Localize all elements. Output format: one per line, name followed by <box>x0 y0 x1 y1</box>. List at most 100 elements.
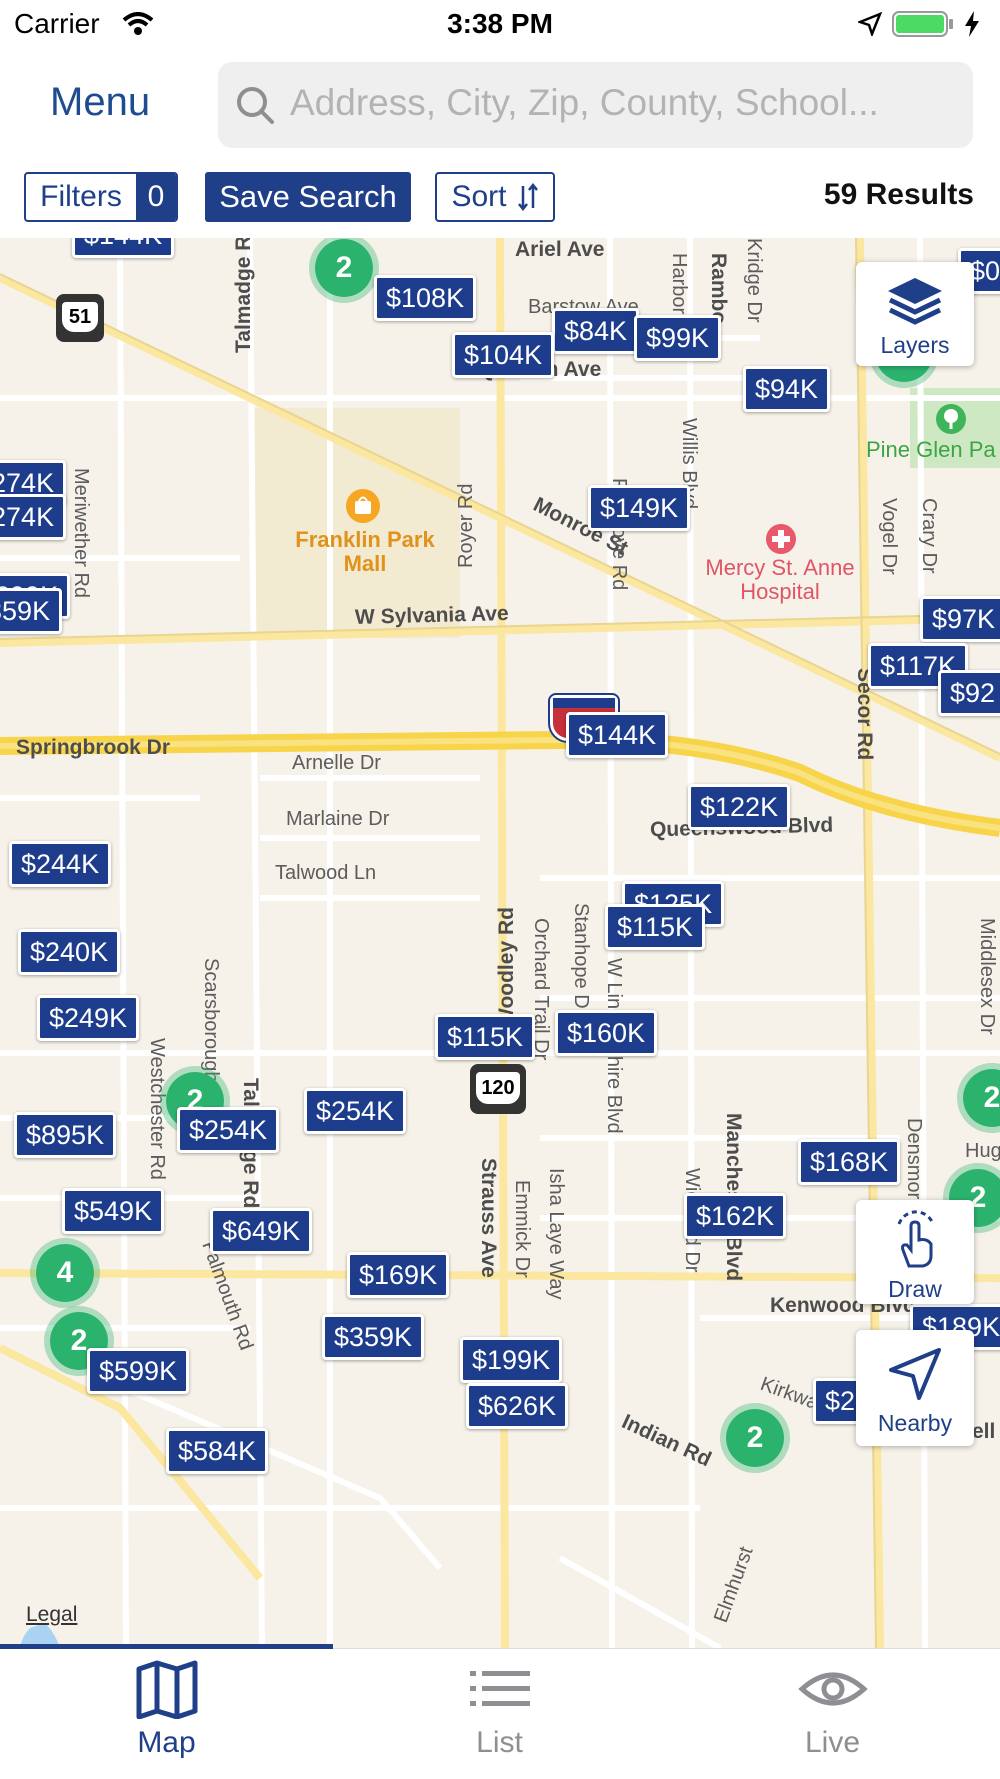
clock: 3:38 PM <box>447 8 553 39</box>
street-label: Crary Dr <box>918 498 940 574</box>
tab-live-label: Live <box>804 1726 861 1759</box>
list-icon <box>469 1671 530 1706</box>
nearby-button[interactable]: Nearby <box>856 1330 974 1446</box>
draw-hand-icon <box>897 1210 935 1268</box>
layers-button[interactable]: Layers <box>856 262 974 366</box>
price-marker[interactable]: $244K <box>9 841 112 887</box>
street-label: Marlaine Dr <box>286 808 390 830</box>
street-label: Stanhope Dr <box>570 903 592 1016</box>
hospital-icon <box>766 524 796 554</box>
layers-label: Layers <box>880 332 950 358</box>
tab-list-label: List <box>476 1726 523 1759</box>
price-marker[interactable]: $104K <box>452 332 555 378</box>
map-view[interactable]: Ariel Ave Talmadge Rd Barstow Ave Quinto… <box>0 238 1000 1648</box>
price-marker[interactable]: $626K <box>466 1383 569 1429</box>
price-marker[interactable]: $122K <box>688 784 791 830</box>
price-marker[interactable]: $359K <box>322 1314 425 1360</box>
search-header: Menu Address, City, Zip, County, School.… <box>0 50 1000 240</box>
street-label: Springbrook Dr <box>16 736 171 759</box>
price-marker[interactable]: $99K <box>634 315 722 361</box>
street-label: Densmore <box>903 1118 925 1211</box>
street-label: W Sylvania Ave <box>354 601 509 630</box>
filters-count-badge: 0 <box>136 174 176 220</box>
map-icon <box>136 1660 197 1720</box>
street-label: Emmick Dr <box>511 1180 533 1278</box>
tab-map-label: Map <box>137 1726 196 1759</box>
price-marker[interactable]: $549K <box>62 1188 165 1234</box>
price-marker[interactable]: $160K <box>555 1010 658 1056</box>
sort-label: Sort <box>451 180 507 213</box>
price-marker[interactable]: $162K <box>684 1193 787 1239</box>
layers-icon <box>888 278 942 325</box>
price-marker[interactable]: $169K <box>347 1252 450 1298</box>
price-marker[interactable]: $199K <box>460 1337 563 1383</box>
draw-button[interactable]: Draw <box>856 1200 974 1304</box>
price-marker[interactable]: $895K <box>14 1112 117 1158</box>
street-label: Royer Rd <box>455 483 477 568</box>
street-label: Woodley Rd <box>495 907 518 1028</box>
sort-arrows-icon <box>517 182 538 212</box>
search-icon <box>237 87 274 124</box>
park-tree-icon <box>936 404 966 434</box>
street-label: Isha Laye Way <box>545 1168 567 1300</box>
results-count: 59 Results <box>823 178 974 211</box>
cluster-marker[interactable]: 2 <box>720 1403 790 1473</box>
price-marker[interactable]: $599K <box>87 1348 190 1394</box>
route-shield-icon: 120 <box>470 1064 526 1114</box>
price-marker[interactable]: $94K <box>743 366 831 412</box>
street-label: Ariel Ave <box>515 238 605 261</box>
navigation-arrow-icon <box>889 1348 941 1400</box>
menu-button[interactable]: Menu <box>50 80 150 125</box>
price-marker[interactable]: $115K <box>605 904 706 950</box>
poi-park: Pine Glen Pa <box>866 437 996 462</box>
price-marker[interactable]: $97K <box>920 596 1000 642</box>
price-marker[interactable]: $168K <box>798 1139 901 1185</box>
tab-live[interactable]: Live <box>666 1659 999 1760</box>
search-input[interactable]: Address, City, Zip, County, School... <box>218 62 973 148</box>
street-label: Meriwether Rd <box>70 468 92 599</box>
price-marker[interactable]: $144K <box>566 712 669 758</box>
street-label: Rambo <box>707 253 730 325</box>
legal-link[interactable]: Legal <box>26 1603 77 1627</box>
charging-bolt-icon <box>965 11 979 37</box>
price-marker[interactable]: $584K <box>166 1428 269 1474</box>
price-marker[interactable]: $240K <box>18 929 121 975</box>
tab-map[interactable]: Map <box>0 1659 333 1760</box>
tab-bar: Map List Live <box>0 1644 1000 1779</box>
location-arrow-icon <box>858 12 882 36</box>
shopping-bag-icon <box>346 489 380 523</box>
battery-icon <box>892 11 953 37</box>
street-label: Talmadge Rd <box>232 238 255 353</box>
price-marker[interactable]: $254K <box>304 1088 407 1134</box>
draw-label: Draw <box>888 1276 942 1302</box>
price-marker[interactable]: $108K <box>374 275 477 321</box>
save-search-button[interactable]: Save Search <box>205 172 411 222</box>
sort-button[interactable]: Sort <box>435 172 555 222</box>
price-marker[interactable]: $115K <box>435 1014 536 1060</box>
active-tab-indicator <box>0 1644 333 1649</box>
price-marker[interactable]: $359K <box>0 588 63 634</box>
price-marker[interactable]: $84K <box>552 308 640 354</box>
eye-icon <box>797 1672 868 1706</box>
price-marker[interactable]: $274K <box>0 494 67 540</box>
street-label: Vogel Dr <box>878 498 900 575</box>
cluster-marker[interactable]: 4 <box>30 1238 100 1308</box>
street-label: Strauss Ave <box>477 1158 500 1278</box>
filters-button[interactable]: Filters 0 <box>24 172 178 222</box>
tab-list[interactable]: List <box>333 1659 666 1760</box>
price-marker[interactable]: $249K <box>37 995 140 1041</box>
street-label: Talwood Ln <box>275 862 377 884</box>
price-marker[interactable]: $144K <box>72 238 175 258</box>
price-marker[interactable]: $254K <box>177 1107 280 1153</box>
street-label: Hug <box>965 1140 1000 1162</box>
filters-label: Filters <box>40 180 122 213</box>
route-shield-icon: 51 <box>56 294 104 342</box>
route-shield-label: 51 <box>62 302 98 332</box>
price-marker[interactable]: $92 <box>938 670 1000 716</box>
price-marker[interactable]: $149K <box>588 485 691 531</box>
price-marker[interactable]: $649K <box>210 1208 313 1254</box>
poi-mall: Franklin Park Mall <box>295 527 435 576</box>
street-label: Kridge Dr <box>743 238 765 323</box>
status-bar: Carrier 3:38 PM <box>0 0 1000 50</box>
route-shield-label: 120 <box>476 1072 520 1104</box>
